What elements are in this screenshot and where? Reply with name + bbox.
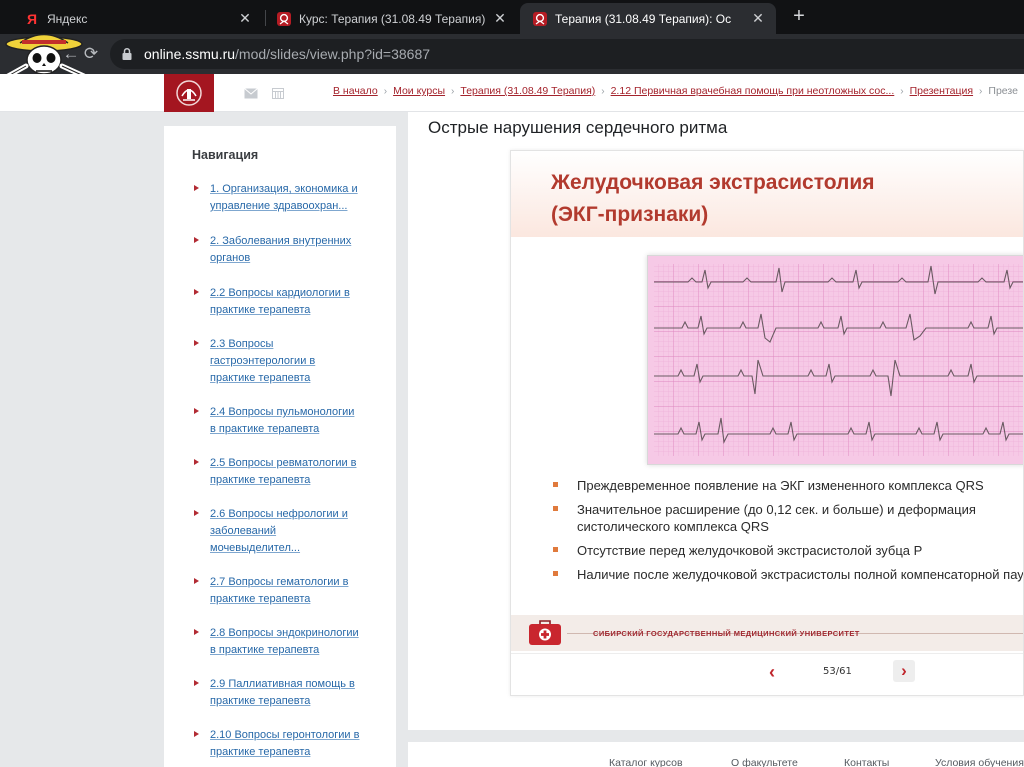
- slide-viewer: Желудочковая экстрасистолия (ЭКГ-признак…: [510, 150, 1024, 696]
- breadcrumb-course[interactable]: Терапия (31.08.49 Терапия): [460, 85, 595, 97]
- navigation-block: Навигация 1. Организация, экономика и упр…: [164, 126, 396, 767]
- footer-link-about[interactable]: О факультете: [731, 757, 798, 767]
- slide-bullet: Значительное расширение (до 0,12 сек. и …: [553, 501, 1023, 535]
- slide-footer: СИБИРСКИЙ ГОСУДАРСТВЕННЫЙ МЕДИЦИНСКИЙ УН…: [511, 615, 1023, 651]
- breadcrumb-separator: ›: [979, 85, 983, 97]
- navigation-title: Навигация: [192, 148, 259, 162]
- footer-link-catalog[interactable]: Каталог курсов: [609, 757, 683, 767]
- ssmu-crest-icon: [276, 11, 292, 27]
- nav-item[interactable]: 2.7 Вопросы гематологии в практике терапе…: [192, 574, 372, 608]
- nav-item[interactable]: 2.8 Вопросы эндокринологии в практике тер…: [192, 625, 372, 659]
- bullet-arrow-icon: [194, 185, 199, 191]
- nav-item[interactable]: 2.2 Вопросы кардиологии в практике терапе…: [192, 285, 372, 319]
- address-bar: ← ⟳ online.ssmu.ru/mod/slides/view.php?i…: [0, 34, 1024, 74]
- pirate-skull-icon: [4, 30, 96, 80]
- page-title: Острые нарушения сердечного ритма: [428, 118, 728, 137]
- close-tab-icon[interactable]: ✕: [492, 10, 508, 27]
- first-aid-kit-icon: [527, 619, 563, 647]
- slide-pager: ‹ 53/61 ›: [511, 653, 1023, 689]
- url-field[interactable]: online.ssmu.ru/mod/slides/view.php?id=38…: [110, 39, 1024, 69]
- bullet-square-icon: [553, 571, 558, 576]
- ecg-image: [647, 255, 1023, 465]
- browser-tab-bar: Я Яндекс ✕ Курс: Терапия (31.08.49 Терап…: [0, 0, 1024, 34]
- slide-bullet: Отсутствие перед желудочковой экстрасист…: [553, 542, 1023, 559]
- university-name: СИБИРСКИЙ ГОСУДАРСТВЕННЫЙ МЕДИЦИНСКИЙ УН…: [593, 629, 860, 638]
- lock-icon: [120, 47, 134, 61]
- slide-header: Желудочковая экстрасистолия (ЭКГ-признак…: [511, 151, 1023, 237]
- nav-item[interactable]: 2.4 Вопросы пульмонологии в практике тера…: [192, 404, 372, 438]
- nav-item[interactable]: 2.10 Вопросы геронтологии в практике тера…: [192, 727, 372, 761]
- tab-title: Терапия (31.08.49 Терапия): Ос: [555, 11, 732, 26]
- tab-title: Курс: Терапия (31.08.49 Терапия): [299, 11, 486, 26]
- slide-title: Желудочковая экстрасистолия (ЭКГ-признак…: [551, 171, 875, 226]
- breadcrumb-home[interactable]: В начало: [333, 85, 378, 97]
- nav-item[interactable]: 2. Заболевания внутренних органов: [192, 233, 372, 267]
- tab-separator: [265, 10, 266, 26]
- breadcrumb-separator: ›: [601, 85, 605, 97]
- breadcrumb: В начало › Мои курсы › Терапия (31.08.49…: [333, 85, 1018, 97]
- next-slide-button[interactable]: ›: [893, 660, 915, 682]
- close-tab-icon[interactable]: ✕: [750, 10, 766, 27]
- bullet-square-icon: [553, 482, 558, 487]
- bullet-arrow-icon: [194, 629, 199, 635]
- breadcrumb-section[interactable]: 2.12 Первичная врачебная помощь при неот…: [611, 85, 895, 97]
- tab-slides-active[interactable]: Терапия (31.08.49 Терапия): Ос ✕: [520, 3, 776, 34]
- url-path: /mod/slides/view.php?id=38687: [235, 46, 431, 62]
- university-logo[interactable]: [164, 74, 214, 112]
- bullet-arrow-icon: [194, 510, 199, 516]
- navigation-list: 1. Организация, экономика и управление зд…: [192, 181, 372, 761]
- tab-title: Яндекс: [47, 11, 88, 26]
- breadcrumb-separator: ›: [900, 85, 904, 97]
- site-header: В начало › Мои курсы › Терапия (31.08.49…: [0, 74, 1024, 112]
- nav-item[interactable]: 2.3 Вопросы гастроэнтерологии в практике т…: [192, 336, 372, 387]
- close-tab-icon[interactable]: ✕: [237, 10, 253, 27]
- bullet-arrow-icon: [194, 731, 199, 737]
- previous-slide-button[interactable]: ‹: [761, 662, 783, 684]
- nav-item[interactable]: 1. Организация, экономика и управление зд…: [192, 181, 372, 215]
- slide-bullet: Преждевременное появление на ЭКГ изменен…: [553, 477, 1023, 494]
- message-icon[interactable]: [244, 86, 258, 99]
- bullet-arrow-icon: [194, 578, 199, 584]
- bullet-arrow-icon: [194, 680, 199, 686]
- tab-course[interactable]: Курс: Терапия (31.08.49 Терапия) ✕: [268, 3, 518, 34]
- bullet-arrow-icon: [194, 340, 199, 346]
- nav-item[interactable]: 2.6 Вопросы нефрологии и заболеваний мочев…: [192, 506, 372, 557]
- new-tab-button[interactable]: +: [788, 5, 810, 29]
- bullet-arrow-icon: [194, 237, 199, 243]
- bullet-arrow-icon: [194, 408, 199, 414]
- nav-item[interactable]: 2.9 Паллиативная помощь в практике терапе…: [192, 676, 372, 710]
- site-footer: Каталог курсов О факультете Контакты Усл…: [408, 742, 1024, 767]
- breadcrumb-separator: ›: [451, 85, 455, 97]
- yandex-icon: Я: [26, 10, 38, 27]
- bullet-square-icon: [553, 506, 558, 511]
- breadcrumb-separator: ›: [383, 85, 388, 97]
- breadcrumb-current: Презе: [988, 85, 1018, 97]
- url-text: online.ssmu.ru/mod/slides/view.php?id=38…: [144, 46, 430, 62]
- nav-item[interactable]: 2.5 Вопросы ревматологии в практике терап…: [192, 455, 372, 489]
- url-host: online.ssmu.ru: [144, 46, 236, 62]
- bullet-arrow-icon: [194, 459, 199, 465]
- footer-link-contacts[interactable]: Контакты: [844, 757, 889, 767]
- breadcrumb-my-courses[interactable]: Мои курсы: [393, 85, 445, 97]
- slide-counter: 53/61: [823, 666, 852, 677]
- footer-link-terms[interactable]: Условия обучения: [935, 757, 1024, 767]
- slide-bullet-list: Преждевременное появление на ЭКГ изменен…: [553, 477, 1023, 590]
- bullet-square-icon: [553, 547, 558, 552]
- calendar-icon[interactable]: [272, 86, 286, 99]
- main-content: Острые нарушения сердечного ритма Желудо…: [408, 112, 1024, 730]
- ssmu-crest-icon: [532, 11, 548, 27]
- bullet-arrow-icon: [194, 289, 199, 295]
- breadcrumb-presentation[interactable]: Презентация: [910, 85, 973, 97]
- slide-bullet: Наличие после желудочковой экстрасистолы…: [553, 566, 1023, 583]
